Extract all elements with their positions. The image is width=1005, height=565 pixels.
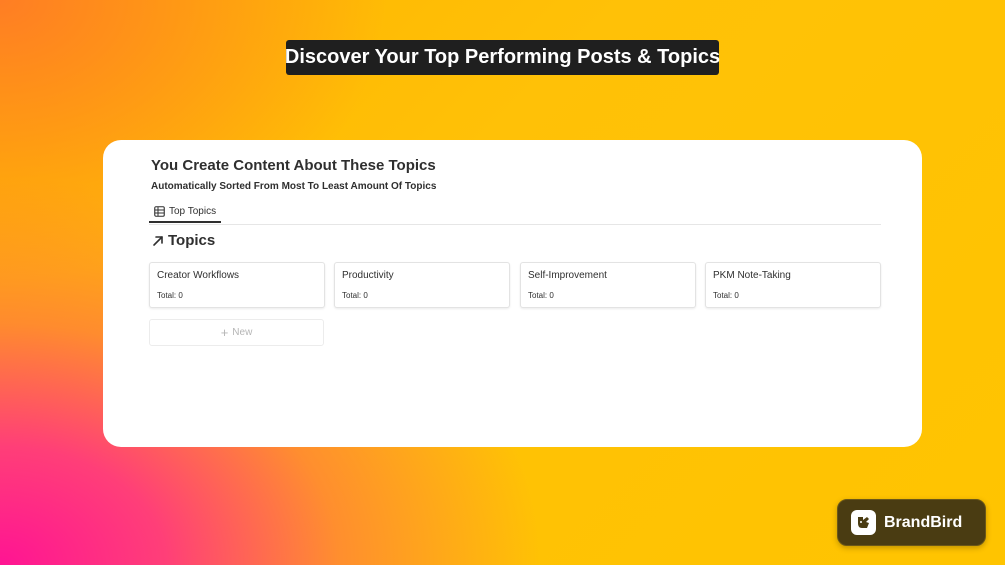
topic-card-productivity[interactable]: Productivity Total: 0 bbox=[334, 262, 510, 308]
page-subtitle: Automatically Sorted From Most To Least … bbox=[151, 181, 437, 192]
topic-name: Productivity bbox=[342, 270, 394, 281]
section-heading: Topics bbox=[151, 232, 215, 249]
tab-top-topics[interactable]: Top Topics bbox=[149, 202, 221, 223]
new-button-label: New bbox=[232, 327, 253, 338]
topic-card-creator-workflows[interactable]: Creator Workflows Total: 0 bbox=[149, 262, 325, 308]
page-title: You Create Content About These Topics bbox=[151, 157, 436, 174]
view-tabs: Top Topics bbox=[149, 202, 881, 225]
header-banner: Discover Your Top Performing Posts & Top… bbox=[284, 40, 721, 75]
topic-total: Total: 0 bbox=[342, 291, 368, 300]
arrow-up-right-icon bbox=[151, 234, 165, 248]
brand-badge: BrandBird bbox=[837, 499, 986, 546]
plus-icon: + bbox=[220, 325, 229, 340]
table-icon bbox=[154, 206, 165, 217]
topic-total: Total: 0 bbox=[713, 291, 739, 300]
tab-label: Top Topics bbox=[169, 206, 217, 217]
topic-total: Total: 0 bbox=[157, 291, 183, 300]
brand-name: BrandBird bbox=[884, 513, 963, 531]
topic-total: Total: 0 bbox=[528, 291, 554, 300]
topic-name: PKM Note-Taking bbox=[713, 270, 791, 281]
bird-logo-icon bbox=[851, 510, 876, 535]
section-title: Topics bbox=[168, 232, 216, 249]
topic-card-self-improvement[interactable]: Self-Improvement Total: 0 bbox=[520, 262, 696, 308]
topics-panel: You Create Content About These Topics Au… bbox=[103, 140, 922, 447]
topic-name: Self-Improvement bbox=[528, 270, 607, 281]
topic-card-pkm-note-taking[interactable]: PKM Note-Taking Total: 0 bbox=[705, 262, 881, 308]
topic-name: Creator Workflows bbox=[157, 270, 240, 281]
new-topic-button[interactable]: + New bbox=[149, 319, 324, 346]
banner-title: Discover Your Top Performing Posts & Top… bbox=[284, 46, 721, 68]
